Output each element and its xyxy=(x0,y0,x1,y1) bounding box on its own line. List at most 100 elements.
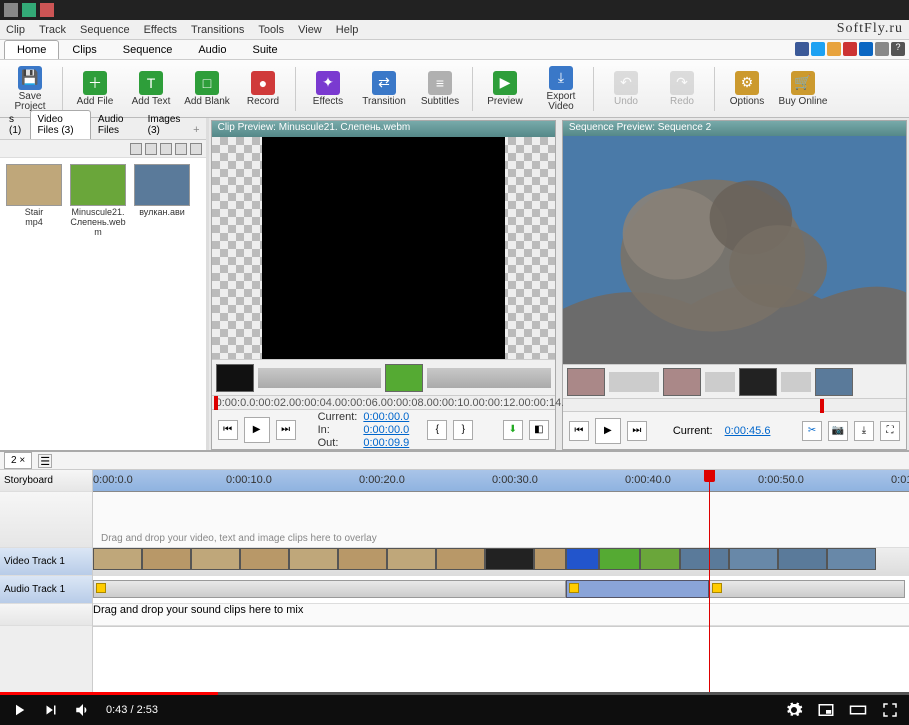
bin-tool-2[interactable] xyxy=(145,143,157,155)
timeline-clip[interactable] xyxy=(534,548,567,570)
step-back-icon[interactable]: ⏮ xyxy=(218,420,238,440)
overlay-track[interactable]: Drag and drop your video, text and image… xyxy=(93,492,909,548)
bin-tab-add[interactable]: + xyxy=(189,121,203,139)
yt-volume-icon[interactable] xyxy=(74,701,92,719)
bin-tab-0[interactable]: s (1) xyxy=(2,110,30,139)
bin-tool-3[interactable] xyxy=(160,143,172,155)
audio-track[interactable] xyxy=(93,576,909,604)
timeline-clip[interactable] xyxy=(566,548,599,570)
redo-button[interactable]: ↷Redo xyxy=(656,63,708,115)
linkedin-icon[interactable] xyxy=(859,42,873,56)
timeline-clip[interactable] xyxy=(93,548,142,570)
timeline-clip[interactable] xyxy=(680,548,729,570)
ribbon-tab-clips[interactable]: Clips xyxy=(59,40,109,59)
feed-icon[interactable] xyxy=(843,42,857,56)
export-video-button[interactable]: ⤓Export Video xyxy=(535,63,587,115)
yt-next-icon[interactable] xyxy=(42,701,60,719)
bin-item[interactable]: Minuscule21.Слепень.webm xyxy=(70,164,126,238)
menu-clip[interactable]: Clip xyxy=(6,24,25,36)
audio-clip-1[interactable] xyxy=(93,580,566,598)
timeline-clip[interactable] xyxy=(387,548,436,570)
step-fwd-icon[interactable]: ⏭ xyxy=(627,421,647,441)
menu-sequence[interactable]: Sequence xyxy=(80,24,130,36)
bin-tool-5[interactable] xyxy=(190,143,202,155)
ribbon-tab-audio[interactable]: Audio xyxy=(185,40,239,59)
yt-play-icon[interactable] xyxy=(10,701,28,719)
overlay-icon[interactable]: ◧ xyxy=(529,420,549,440)
play-button[interactable]: ▶ xyxy=(244,417,270,443)
subtitles-button[interactable]: ≡Subtitles xyxy=(414,63,466,115)
twitter-icon[interactable] xyxy=(811,42,825,56)
timeline-clip[interactable] xyxy=(338,548,387,570)
bin-tab-images[interactable]: Images (3) xyxy=(141,110,190,139)
timeline-clip[interactable] xyxy=(485,548,534,570)
seq-strip-thumb[interactable] xyxy=(739,368,777,396)
menu-effects[interactable]: Effects xyxy=(144,24,177,36)
clip-ruler-marker[interactable] xyxy=(214,396,218,410)
seq-ruler[interactable] xyxy=(563,398,906,411)
undo-button[interactable]: ↶Undo xyxy=(600,63,652,115)
play-button[interactable]: ▶ xyxy=(595,418,621,444)
export-icon[interactable]: ⤓ xyxy=(854,421,874,441)
timeline-clip[interactable] xyxy=(191,548,240,570)
seq-current-value[interactable]: 0:00:45.6 xyxy=(725,425,771,437)
menu-track[interactable]: Track xyxy=(39,24,66,36)
seq-strip-thumb[interactable] xyxy=(815,368,853,396)
timeline-clip[interactable] xyxy=(240,548,289,570)
split-icon[interactable]: ✂ xyxy=(802,421,822,441)
mark-in-icon[interactable]: { xyxy=(427,420,447,440)
storyboard-button[interactable]: Storyboard xyxy=(0,470,92,492)
playhead-handle[interactable] xyxy=(704,470,715,482)
in-value[interactable]: 0:00:00.0 xyxy=(363,424,409,436)
snapshot-icon[interactable]: 📷 xyxy=(828,421,848,441)
transition-button[interactable]: ⇄Transition xyxy=(358,63,410,115)
save-project-button[interactable]: 💾Save Project xyxy=(4,63,56,115)
timeline-clip[interactable] xyxy=(640,548,681,570)
blogger-icon[interactable] xyxy=(827,42,841,56)
timeline-clip[interactable] xyxy=(289,548,338,570)
timeline-ruler[interactable]: 0:00:0.00:00:10.00:00:20.00:00:30.00:00:… xyxy=(93,470,909,492)
mix-track[interactable]: Drag and drop your sound clips here to m… xyxy=(93,604,909,626)
bin-tab-audio[interactable]: Audio Files xyxy=(91,110,141,139)
clip-ruler[interactable]: 0:00:0.0:00:02.00:00:04.00:00:06.00:00:0… xyxy=(212,395,555,409)
timeline-clip[interactable] xyxy=(827,548,876,570)
menu-tools[interactable]: Tools xyxy=(258,24,284,36)
timeline-clip[interactable] xyxy=(778,548,827,570)
add-blank-button[interactable]: □Add Blank xyxy=(181,63,233,115)
menu-transitions[interactable]: Transitions xyxy=(191,24,244,36)
playhead[interactable] xyxy=(709,470,710,695)
ribbon-tab-suite[interactable]: Suite xyxy=(239,40,290,59)
fade-icon[interactable] xyxy=(96,583,106,593)
yt-fullscreen-icon[interactable] xyxy=(881,701,899,719)
menu-help[interactable]: Help xyxy=(336,24,359,36)
audio-track-label[interactable]: Audio Track 1 xyxy=(0,576,92,604)
timeline-clip[interactable] xyxy=(436,548,485,570)
facebook-icon[interactable] xyxy=(795,42,809,56)
clip-strip-thumb[interactable] xyxy=(216,364,254,392)
audio-clip-2[interactable] xyxy=(566,580,709,598)
buy-online-button[interactable]: 🛒Buy Online xyxy=(777,63,829,115)
scrub-area[interactable] xyxy=(93,626,909,648)
add-file-button[interactable]: ＋Add File xyxy=(69,63,121,115)
bin-tab-video[interactable]: Video Files (3) xyxy=(30,110,90,139)
clip-preview-body[interactable] xyxy=(212,137,555,359)
bin-item[interactable]: Stairmp4 xyxy=(6,164,62,228)
seq-strip-thumb[interactable] xyxy=(663,368,701,396)
video-track-label[interactable]: Video Track 1 xyxy=(0,548,92,576)
options-button[interactable]: ⚙Options xyxy=(721,63,773,115)
timeline-clip[interactable] xyxy=(599,548,640,570)
effects-button[interactable]: ✦Effects xyxy=(302,63,354,115)
share-icon[interactable] xyxy=(875,42,889,56)
timeline-clip[interactable] xyxy=(729,548,778,570)
sequence-tab[interactable]: 2 × xyxy=(4,452,32,469)
yt-theater-icon[interactable] xyxy=(849,701,867,719)
add-sequence-icon[interactable]: ☰ xyxy=(38,454,52,468)
yt-miniplayer-icon[interactable] xyxy=(817,701,835,719)
fade-icon[interactable] xyxy=(712,583,722,593)
help-icon[interactable]: ? xyxy=(891,42,905,56)
add-text-button[interactable]: TAdd Text xyxy=(125,63,177,115)
audio-clip-3[interactable] xyxy=(709,580,905,598)
ribbon-tab-sequence[interactable]: Sequence xyxy=(110,40,186,59)
yt-settings-icon[interactable] xyxy=(785,701,803,719)
clip-strip-thumb[interactable] xyxy=(385,364,423,392)
